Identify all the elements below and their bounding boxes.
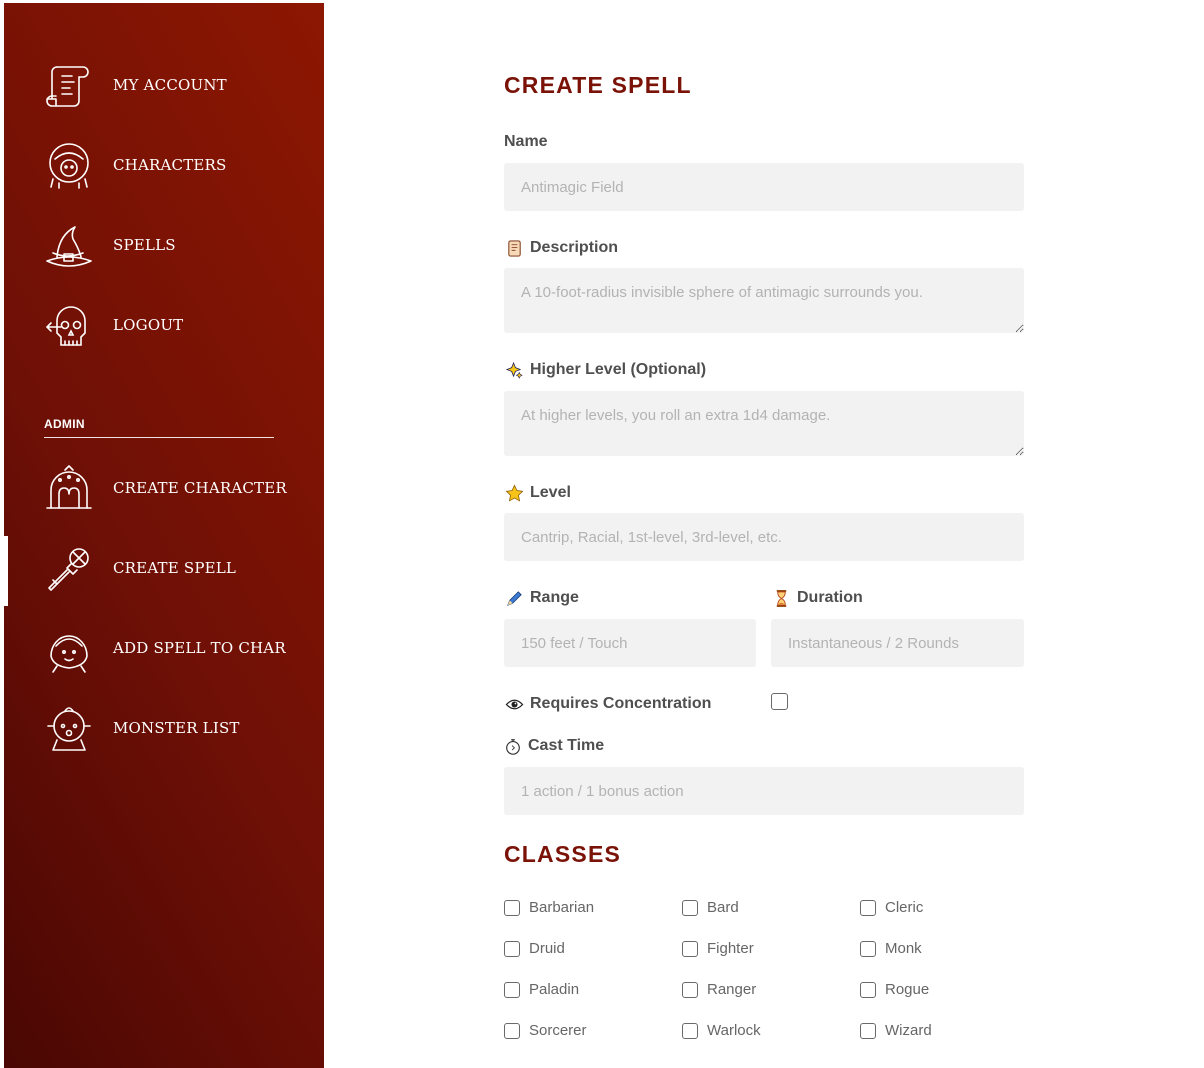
class-checkbox[interactable] [504,1022,520,1039]
cast-time-label: Cast Time [504,736,604,756]
crayon-icon [504,588,524,608]
eye-icon [504,694,524,714]
class-label: Cleric [885,899,924,916]
class-option-paladin[interactable]: Paladin [504,981,579,998]
class-checkbox[interactable] [682,1022,698,1039]
baby-monster-icon [42,701,96,755]
hourglass-icon [771,588,791,608]
class-label: Rogue [885,981,930,998]
nav-logout-label: LOGOUT [113,316,184,334]
level-label-text: Level [530,484,571,501]
class-option-cleric[interactable]: Cleric [860,899,923,916]
class-option-ranger[interactable]: Ranger [682,981,756,998]
class-label: Ranger [707,981,757,998]
nav-spells-label: SPELLS [113,236,176,254]
nav-create-character[interactable]: CREATE CHARACTER [42,458,287,518]
admin-section-label: ADMIN [44,417,85,431]
class-label: Wizard [885,1022,932,1039]
nav-create-spell[interactable]: CREATE SPELL [42,538,236,598]
range-input[interactable] [504,619,756,667]
create-spell-form: CREATE SPELL Name Description Higher Lev… [504,0,1164,1068]
concentration-label: Requires Concentration [504,694,711,714]
classes-title: CLASSES [504,841,622,867]
class-checkbox[interactable] [504,981,520,998]
higher-level-label: Higher Level (Optional) [504,360,706,380]
class-label: Sorcerer [529,1022,587,1039]
concentration-label-text: Requires Concentration [530,695,712,712]
name-input[interactable] [504,163,1024,211]
name-label-text: Name [504,133,548,150]
name-label: Name [504,133,548,151]
nav-characters-label: CHARACTERS [113,156,227,174]
class-option-bard[interactable]: Bard [682,899,739,916]
nav-create-spell-label: CREATE SPELL [113,559,237,577]
nav-add-spell-to-char[interactable]: ADD SPELL TO CHAR [42,618,286,678]
class-label: Druid [529,940,565,957]
duration-label: Duration [771,588,863,608]
class-label: Fighter [707,940,754,957]
nav-characters[interactable]: CHARACTERS [42,135,227,195]
scroll-emoji-icon [504,238,524,258]
class-option-fighter[interactable]: Fighter [682,940,754,957]
description-label: Description [504,238,618,258]
star-icon [504,483,524,503]
class-option-wizard[interactable]: Wizard [860,1022,932,1039]
class-checkbox[interactable] [860,940,876,957]
class-option-sorcerer[interactable]: Sorcerer [504,1022,587,1039]
class-checkbox[interactable] [860,899,876,916]
class-option-barbarian[interactable]: Barbarian [504,899,594,916]
helmet-icon [42,461,96,515]
cast-time-input[interactable] [504,767,1024,815]
nav-my-account[interactable]: MY ACCOUNT [42,55,227,115]
nav-spells[interactable]: SPELLS [42,215,176,275]
sidebar: MY ACCOUNT CHARACTERS SPELLS LOGOUT ADMI… [4,3,324,1068]
cast-time-label-text: Cast Time [528,737,605,754]
higher-level-label-text: Higher Level (Optional) [530,361,707,378]
class-label: Barbarian [529,899,595,916]
range-label-text: Range [530,589,579,606]
class-checkbox[interactable] [682,899,698,916]
duration-label-text: Duration [797,589,863,606]
class-label: Warlock [707,1022,761,1039]
class-checkbox[interactable] [860,1022,876,1039]
level-input[interactable] [504,513,1024,561]
range-label: Range [504,588,579,608]
class-checkbox[interactable] [860,981,876,998]
active-nav-indicator [4,536,8,606]
skull-icon [42,298,96,352]
scroll-icon [42,58,96,112]
concentration-checkbox[interactable] [771,693,788,710]
girl-face-icon [42,621,96,675]
nav-create-character-label: CREATE CHARACTER [113,479,287,497]
page-title: CREATE SPELL [504,72,692,98]
nav-add-spell-to-char-label: ADD SPELL TO CHAR [113,639,286,657]
class-label: Bard [707,899,739,916]
higher-level-textarea[interactable] [504,391,1024,456]
nav-monster-list[interactable]: MONSTER LIST [42,698,240,758]
admin-divider [44,437,274,438]
character-face-icon [42,138,96,192]
wizard-hat-icon [42,218,96,272]
nav-monster-list-label: MONSTER LIST [113,719,240,737]
class-label: Monk [885,940,922,957]
class-checkbox[interactable] [682,981,698,998]
nav-logout[interactable]: LOGOUT [42,295,183,355]
magic-wand-icon [42,541,96,595]
duration-input[interactable] [771,619,1024,667]
class-label: Paladin [529,981,580,998]
description-label-text: Description [530,239,619,256]
class-option-warlock[interactable]: Warlock [682,1022,761,1039]
class-checkbox[interactable] [682,940,698,957]
class-checkbox[interactable] [504,899,520,916]
description-textarea[interactable] [504,268,1024,333]
class-option-rogue[interactable]: Rogue [860,981,929,998]
class-option-monk[interactable]: Monk [860,940,922,957]
stopwatch-icon [504,736,522,756]
class-checkbox[interactable] [504,940,520,957]
level-label: Level [504,483,571,503]
class-option-druid[interactable]: Druid [504,940,565,957]
sparkles-icon [504,360,524,380]
nav-my-account-label: MY ACCOUNT [113,76,227,94]
